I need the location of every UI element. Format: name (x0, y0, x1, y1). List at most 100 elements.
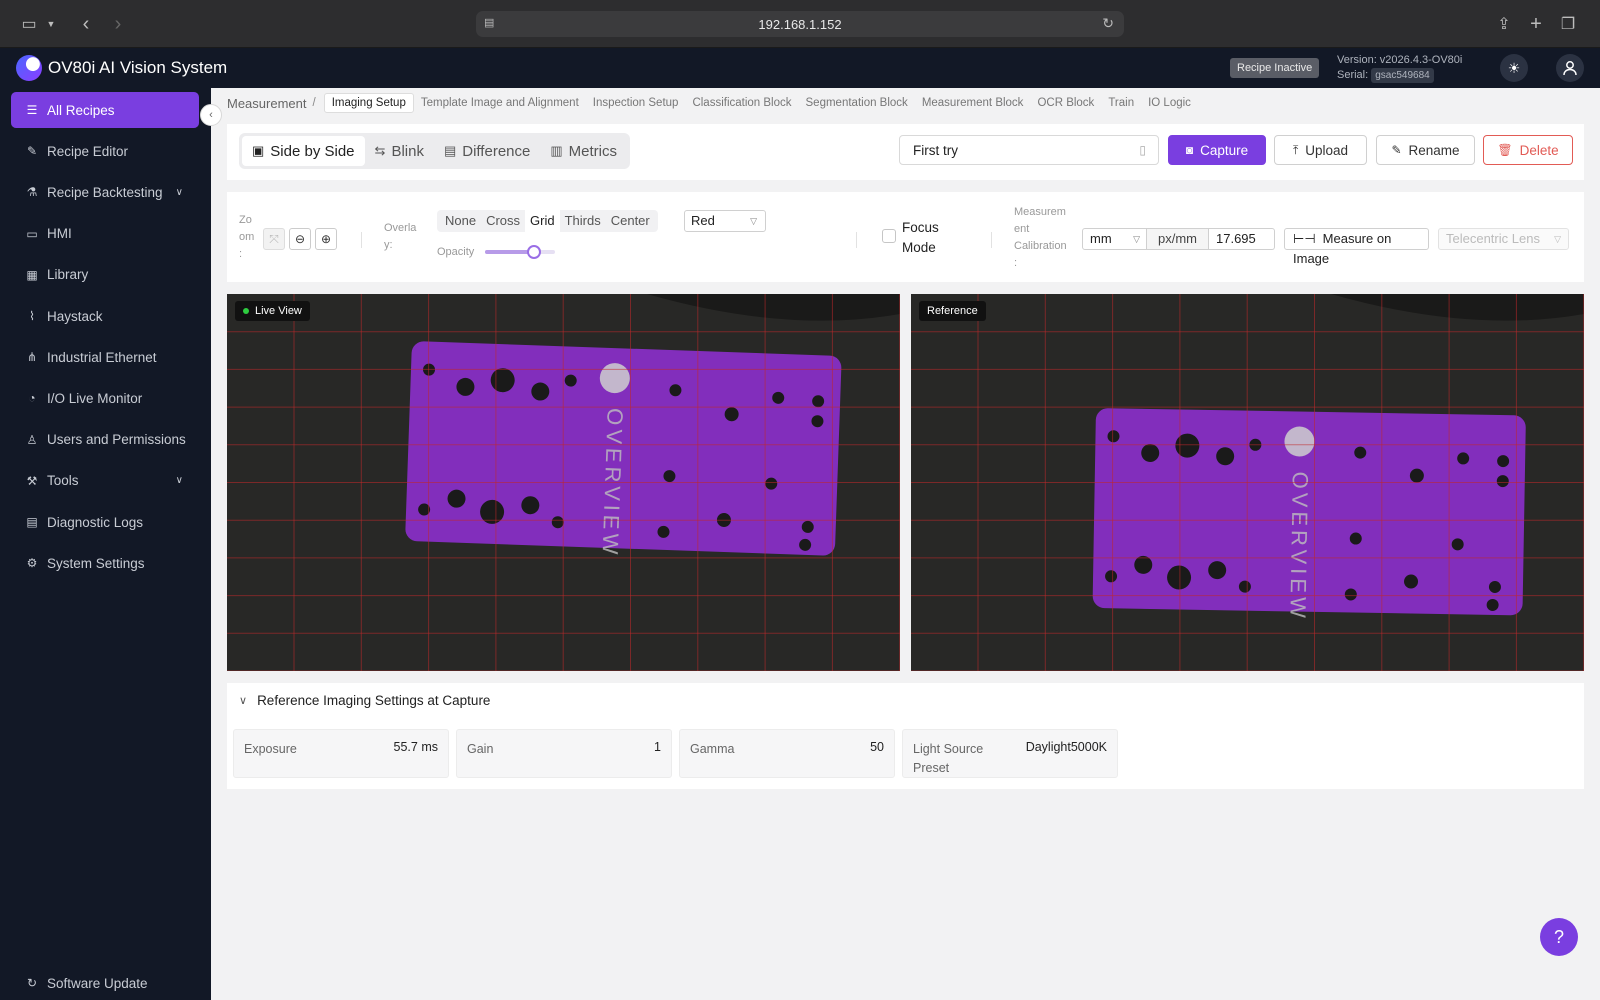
chevron-down-icon[interactable]: ∨ (176, 475, 183, 486)
breadcrumb-root[interactable]: Measurement (227, 96, 306, 111)
calibration-label-line: Measurem (1014, 206, 1066, 218)
setting-label: Gamma (690, 742, 735, 756)
opacity-slider[interactable] (485, 245, 555, 259)
forward-icon[interactable]: › (108, 12, 128, 36)
overlay-option-cross[interactable]: Cross (481, 210, 525, 232)
theme-toggle-button[interactable]: ☀ (1500, 54, 1528, 82)
calibration-label-line: Calibration (1014, 240, 1067, 252)
tab-segmentation-block[interactable]: Segmentation Block (799, 94, 915, 112)
reference-settings-toggle[interactable]: ∨ Reference Imaging Settings at Capture (239, 693, 490, 708)
sidebar-item-i-o-live-monitor[interactable]: ◔ I/O Live Monitor (11, 380, 199, 416)
overlay-option-none[interactable]: None (440, 210, 481, 232)
view-mode-label: Difference (462, 142, 531, 160)
help-icon: ? (1553, 926, 1564, 947)
help-button[interactable]: ? (1540, 918, 1578, 956)
setting-gamma: Gamma 50 (679, 729, 895, 778)
zoom-out-button[interactable]: ⊖ (289, 228, 311, 250)
site-info-icon[interactable]: ▤ (484, 16, 498, 30)
zoom-out-icon: ⊖ (294, 232, 306, 246)
sidebar-item-recipe-editor[interactable]: ✎ Recipe Editor (11, 133, 199, 169)
gear-icon: ⚙ (26, 556, 38, 571)
tab-overview-icon[interactable]: ❐ (1558, 12, 1578, 36)
zoom-in-icon: ⊕ (320, 232, 332, 246)
software-update-link[interactable]: ↻ Software Update (11, 965, 199, 1000)
sidebar-item-library[interactable]: ▦ Library (11, 257, 199, 293)
zoom-fit-button[interactable]: ⤧ (263, 228, 285, 250)
sidebar-item-diagnostic-logs[interactable]: ▤ Diagnostic Logs (11, 504, 199, 540)
delete-button[interactable]: 🗑 Delete (1483, 135, 1573, 165)
tab-inspection-setup[interactable]: Inspection Setup (586, 94, 686, 112)
tab-ocr-block[interactable]: OCR Block (1030, 94, 1101, 112)
zoom-in-button[interactable]: ⊕ (315, 228, 337, 250)
view-mode-difference[interactable]: ▤ Difference (434, 136, 540, 166)
capture-label: Capture (1200, 142, 1249, 158)
chevron-down-icon[interactable]: ∨ (176, 187, 183, 198)
capture-button[interactable]: ◙ Capture (1168, 135, 1266, 165)
sidebar-toggle-icon[interactable]: ▭ (18, 12, 40, 36)
sidebar-item-users-and-permissions[interactable]: ♙ Users and Permissions (11, 422, 199, 458)
sidebar-item-label: Recipe Backtesting (47, 184, 163, 200)
serial-value: gsac549684 (1371, 68, 1434, 83)
tab-measurement-block[interactable]: Measurement Block (915, 94, 1031, 112)
browser-toolbar: ▭ ▼ ‹ › ▤ 192.168.1.152 ↻ ⇪ + ❐ (0, 0, 1600, 48)
new-tab-icon[interactable]: + (1526, 12, 1546, 36)
sidebar-item-recipe-backtesting[interactable]: ⚗ Recipe Backtesting ∨ (11, 174, 199, 210)
setting-label: Light Source Preset (913, 742, 984, 775)
url-field[interactable]: ▤ 192.168.1.152 ↻ (476, 11, 1124, 37)
overlay-option-grid[interactable]: Grid (525, 210, 560, 232)
sidebar-item-system-settings[interactable]: ⚙ System Settings (11, 545, 199, 581)
opacity-slider-thumb[interactable] (527, 245, 541, 259)
back-icon[interactable]: ‹ (76, 12, 96, 36)
chevron-down-icon: ▽ (1133, 234, 1140, 244)
lens-select[interactable]: Telecentric Lens ▽ (1438, 228, 1569, 250)
overlay-color-select[interactable]: Red ▽ (684, 210, 766, 232)
live-indicator (243, 308, 249, 314)
rename-button[interactable]: ✎ Rename (1376, 135, 1475, 165)
view-mode-side-by-side[interactable]: ▣ Side by Side (242, 136, 365, 166)
diff-icon: ▤ (443, 143, 457, 158)
reference-panel[interactable]: OVERVIEW Reference (911, 294, 1584, 671)
calibration-input[interactable]: 17.695 (1209, 228, 1275, 250)
capture-name-input[interactable]: First try ▯ (899, 135, 1159, 165)
zoom-label-line: Zo (239, 214, 252, 226)
unit-select[interactable]: mm ▽ (1082, 228, 1147, 250)
pencil-icon: ✎ (26, 144, 38, 159)
calibration-label-line: : (1014, 257, 1018, 269)
upload-button[interactable]: ⤒ Upload (1274, 135, 1367, 165)
tab-train[interactable]: Train (1101, 94, 1141, 112)
collapse-sidebar-button[interactable]: ‹ (200, 104, 222, 126)
view-mode-metrics[interactable]: ▥ Metrics (540, 136, 627, 166)
measure-on-image-button[interactable]: ⊢⊣ Measure on Image (1284, 228, 1429, 266)
sidebar-item-hmi[interactable]: ▭ HMI (11, 216, 199, 252)
tab-template-image-and-alignment[interactable]: Template Image and Alignment (414, 94, 586, 112)
overlay-option-center[interactable]: Center (606, 210, 655, 232)
sidebar-item-label: Recipe Editor (47, 143, 129, 159)
live-view-panel[interactable]: OVERVIEW Live View (227, 294, 900, 671)
monitor-icon: ▭ (26, 226, 38, 241)
sidebar-item-haystack[interactable]: ⌇ Haystack (11, 298, 199, 334)
sidebar-item-industrial-ethernet[interactable]: ⋔ Industrial Ethernet (11, 339, 199, 375)
flask-icon: ⚗ (26, 185, 38, 200)
share-icon[interactable]: ⇪ (1494, 12, 1514, 36)
list-icon: ☰ (26, 103, 38, 117)
view-mode-blink[interactable]: ⇆ Blink (365, 136, 434, 166)
camera-icon: ◙ (1185, 143, 1194, 157)
table-icon: ▦ (26, 267, 38, 282)
sidebar-item-all-recipes[interactable]: ☰ All Recipes (11, 92, 199, 128)
overlay-option-thirds[interactable]: Thirds (560, 210, 606, 232)
breadcrumb: Measurement / Imaging Setup Template Imag… (227, 92, 1198, 114)
software-update-label: Software Update (47, 975, 148, 991)
tab-imaging-setup[interactable]: Imaging Setup (323, 93, 414, 113)
chevron-down-icon[interactable]: ▼ (44, 12, 58, 36)
user-menu-button[interactable] (1556, 54, 1584, 82)
version-info: Version: v2026.4.3-OV80i Serial: gsac549… (1337, 53, 1462, 83)
sidebar-item-tools[interactable]: ⚒ Tools ∨ (11, 463, 199, 499)
breadcrumb-separator: / (312, 97, 316, 109)
overlay-label-line: Overla (384, 222, 417, 234)
tab-classification-block[interactable]: Classification Block (685, 94, 798, 112)
reload-icon[interactable]: ↻ (1102, 15, 1114, 32)
reference-image: OVERVIEW (911, 294, 1584, 671)
calibration-label: Measurem ent Calibration : (1014, 204, 1067, 272)
focus-mode-checkbox[interactable] (882, 229, 896, 243)
tab-io-logic[interactable]: IO Logic (1141, 94, 1198, 112)
